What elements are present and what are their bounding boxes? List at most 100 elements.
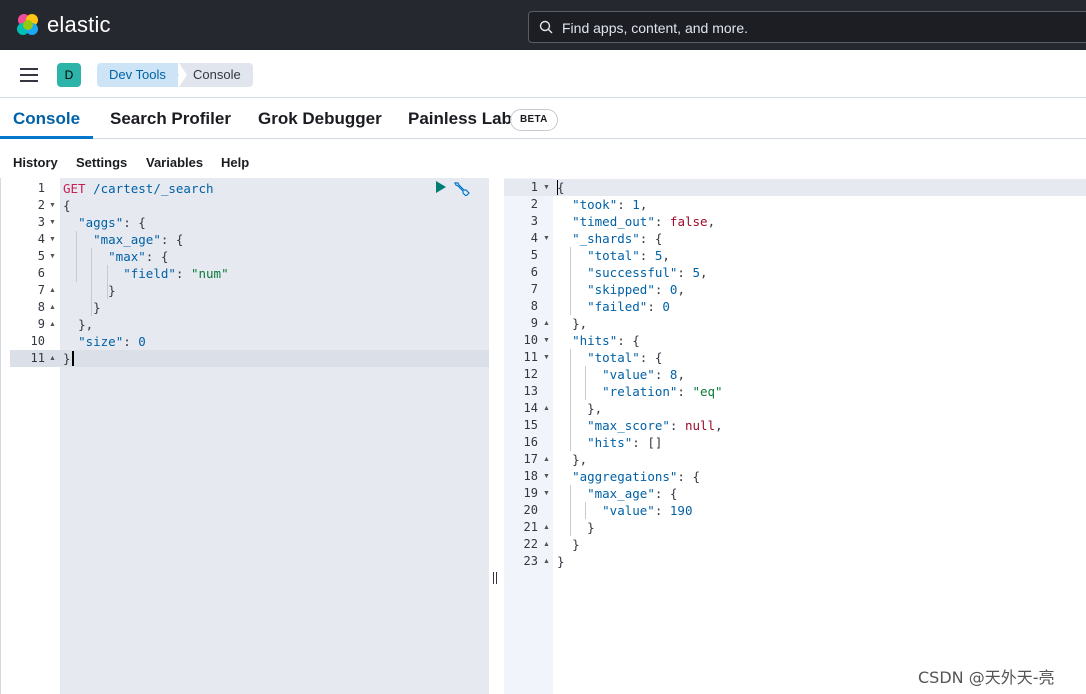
fold-toggle-icon[interactable]: ▲: [49, 282, 56, 299]
pane-resize-handle[interactable]: [492, 572, 498, 584]
fold-toggle-icon[interactable]: ▲: [543, 315, 550, 332]
search-placeholder: Find apps, content, and more.: [562, 20, 748, 36]
fold-toggle-icon[interactable]: ▲: [543, 519, 550, 536]
tab-grok-debugger[interactable]: Grok Debugger: [258, 109, 382, 129]
response-code-line: "value": 8,: [602, 367, 685, 382]
request-line-number: 10: [30, 334, 45, 348]
tab-painless-lab[interactable]: Painless Lab: [408, 109, 512, 129]
menu-icon[interactable]: [20, 68, 38, 82]
fold-toggle-icon[interactable]: ▲: [49, 350, 56, 367]
fold-toggle-icon[interactable]: ▼: [543, 349, 550, 366]
response-line-number: 2: [530, 197, 538, 211]
response-code-line: },: [572, 452, 588, 467]
space-avatar[interactable]: D: [57, 63, 81, 87]
request-line-number: 11: [30, 351, 45, 365]
elastic-logo[interactable]: elastic: [15, 12, 111, 38]
fold-toggle-icon[interactable]: ▼: [543, 230, 550, 247]
fold-toggle-icon[interactable]: ▲: [543, 400, 550, 417]
response-line-number: 4: [530, 231, 538, 245]
fold-toggle-icon[interactable]: ▼: [49, 197, 56, 214]
response-line-number: 14: [523, 401, 538, 415]
response-line-number: 23: [523, 554, 538, 568]
play-icon[interactable]: [435, 181, 446, 193]
fold-toggle-icon[interactable]: ▼: [543, 468, 550, 485]
response-line-number: 12: [523, 367, 538, 381]
fold-toggle-icon[interactable]: ▼: [49, 231, 56, 248]
request-code-line[interactable]: "size": 0: [63, 333, 146, 350]
tab-console[interactable]: Console: [13, 109, 80, 129]
fold-toggle-icon[interactable]: ▼: [49, 214, 56, 231]
top-header: elastic Find apps, content, and more.: [0, 0, 1086, 50]
request-editor[interactable]: 1 GET /cartest/_search 2 ▼ {3 ▼ "aggs": {4 ▼ "…: [10, 178, 489, 694]
response-line-number: 17: [523, 452, 538, 466]
response-code-line: },: [572, 316, 588, 331]
global-search-input[interactable]: Find apps, content, and more.: [528, 11, 1086, 43]
response-line-number: 22: [523, 537, 538, 551]
variables-link[interactable]: Variables: [146, 155, 203, 170]
indent-guide: [570, 349, 572, 451]
response-code-line: "timed_out": false,: [572, 214, 716, 229]
response-code-line: {: [557, 180, 565, 195]
response-line-number: 21: [523, 520, 538, 534]
response-code-line: }: [557, 554, 565, 569]
response-code-line: }: [587, 520, 595, 535]
elastic-logo-icon: [17, 14, 38, 35]
fold-toggle-icon[interactable]: ▼: [543, 485, 550, 502]
help-link[interactable]: Help: [221, 155, 249, 170]
breadcrumb-dev-tools[interactable]: Dev Tools: [97, 63, 178, 87]
active-tab-indicator: [0, 136, 93, 139]
request-code-line[interactable]: "max": {: [63, 248, 168, 265]
request-code-line[interactable]: },: [63, 316, 93, 333]
fold-toggle-icon[interactable]: ▲: [543, 536, 550, 553]
request-line-number: 8: [37, 300, 45, 314]
fold-toggle-icon[interactable]: ▲: [543, 451, 550, 468]
fold-toggle-icon[interactable]: ▲: [49, 299, 56, 316]
response-line-number: 18: [523, 469, 538, 483]
response-line-number: 13: [523, 384, 538, 398]
response-code-line: "failed": 0: [587, 299, 670, 314]
indent-guide: [585, 366, 587, 400]
request-code-line[interactable]: GET /cartest/_search: [63, 180, 214, 197]
request-code-line[interactable]: }: [63, 299, 101, 316]
request-code-line[interactable]: }: [63, 282, 116, 299]
request-code-line[interactable]: "field": "num": [63, 265, 228, 282]
response-viewer[interactable]: 1 ▼ {2 "took": 1, 3 "timed_out": false, 4 ▼ "…: [504, 178, 1086, 694]
breadcrumb-separator: [171, 63, 179, 87]
response-code-line: "max_age": {: [587, 486, 678, 501]
watermark: CSDN @天外天-亮: [918, 668, 1055, 687]
dev-tools-tabs: Console Search Profiler Grok Debugger Pa…: [0, 99, 1086, 139]
beta-badge: BETA: [510, 109, 558, 131]
settings-link[interactable]: Settings: [76, 155, 127, 170]
request-code-line[interactable]: {: [63, 197, 71, 214]
request-code-line[interactable]: }: [63, 350, 71, 367]
active-line-highlight: [504, 179, 1086, 196]
fold-toggle-icon[interactable]: ▼: [543, 179, 550, 196]
request-code-line[interactable]: "aggs": {: [63, 214, 146, 231]
fold-toggle-icon[interactable]: ▼: [543, 332, 550, 349]
wrench-icon[interactable]: [453, 180, 470, 196]
request-line-number: 1: [37, 181, 45, 195]
text-cursor: [557, 180, 558, 195]
response-line-number: 19: [523, 486, 538, 500]
response-code-line: "skipped": 0,: [587, 282, 685, 297]
search-icon: [539, 20, 553, 34]
fold-toggle-icon[interactable]: ▲: [543, 553, 550, 570]
request-line-number: 7: [37, 283, 45, 297]
fold-toggle-icon[interactable]: ▼: [49, 248, 56, 265]
response-code-line: }: [572, 537, 580, 552]
response-code-line: "hits": []: [587, 435, 663, 450]
brand-name: elastic: [47, 12, 111, 37]
breadcrumb-notch: [179, 63, 187, 87]
response-line-number: 3: [530, 214, 538, 228]
request-code-line[interactable]: "max_age": {: [63, 231, 183, 248]
fold-toggle-icon[interactable]: ▲: [49, 316, 56, 333]
tab-search-profiler[interactable]: Search Profiler: [110, 109, 231, 129]
response-code-line: "successful": 5,: [587, 265, 708, 280]
indent-guide: [91, 248, 93, 316]
response-line-number: 5: [530, 248, 538, 262]
response-line-number: 9: [530, 316, 538, 330]
response-code-line: "total": {: [587, 350, 663, 365]
history-link[interactable]: History: [13, 155, 58, 170]
response-code-line: "max_score": null,: [587, 418, 723, 433]
response-code-line: "value": 190: [602, 503, 693, 518]
